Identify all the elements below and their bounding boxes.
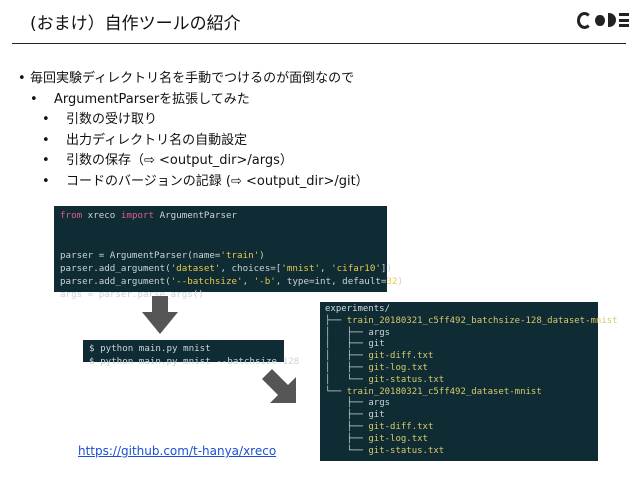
- bullet-item: • 引数の受け取り: [42, 112, 158, 127]
- python-code-block: from xreco import ArgumentParser parser …: [54, 206, 404, 300]
- bullet-item: • ArgumentParserを拡張してみた: [30, 91, 250, 107]
- bullet-item: • 出力ディレクトリ名の自動設定: [42, 132, 248, 148]
- tree-line: ├── git-log.txt: [325, 433, 428, 444]
- github-link[interactable]: https://github.com/t-hanya/xreco: [78, 444, 276, 458]
- bullet-item: • 引数の保存（⇨ <output_dir>/args）: [42, 153, 293, 168]
- code-line: from xreco import ArgumentParser: [60, 210, 238, 221]
- tree-line: │ └── git-status.txt: [325, 374, 445, 385]
- slide-title: (おまけ）自作ツールの紹介: [30, 14, 241, 34]
- bullet-item: • 毎回実験ディレクトリ名を手動でつけるのが面倒なので: [18, 71, 355, 86]
- tree-line: └── git-status.txt: [325, 445, 445, 456]
- code-line: args = parser.parse_args(): [60, 289, 204, 301]
- shell-command-block: $ python main.py mnist $ python main.py m…: [83, 340, 299, 367]
- tree-line: │ ├── git: [325, 339, 385, 350]
- tree-line: ├── git: [325, 410, 385, 421]
- title-divider: [12, 43, 626, 44]
- directory-tree-block: experiments/├── train_20180321_c5ff492_b…: [320, 302, 618, 461]
- tree-root: experiments/: [325, 304, 391, 314]
- tree-line: └── train_20180321_c5ff492_dataset-mnist: [325, 386, 542, 397]
- shell-line: $ python main.py mnist --batchsize 128: [89, 356, 300, 368]
- arrow-diagonal-icon: [262, 369, 296, 403]
- tree-line: │ ├── git-diff.txt: [325, 351, 434, 362]
- code-line: parser.add_argument('--batchsize', '-b',…: [60, 276, 404, 288]
- tree-line: ├── train_20180321_c5ff492_batchsize-128…: [325, 315, 618, 326]
- tree-line: ├── git-diff.txt: [325, 421, 434, 432]
- shell-line: $ python main.py mnist: [89, 343, 211, 354]
- bullet-list: • 毎回実験ディレクトリ名を手動でつけるのが面倒なので • ArgumentPars…: [18, 69, 369, 192]
- bullet-item: • コードのバージョンの記録 (⇨ <output_dir>/git）: [42, 173, 369, 189]
- code-line: parser = ArgumentParser(name='train'): [60, 249, 265, 261]
- code-logo: [577, 11, 629, 29]
- tree-line: ├── args: [325, 398, 391, 409]
- code-line: parser.add_argument('dataset', choices=[…: [60, 262, 392, 274]
- tree-line: │ ├── git-log.txt: [325, 362, 428, 373]
- tree-line: │ ├── args: [325, 327, 391, 338]
- arrow-down-icon: [142, 296, 178, 334]
